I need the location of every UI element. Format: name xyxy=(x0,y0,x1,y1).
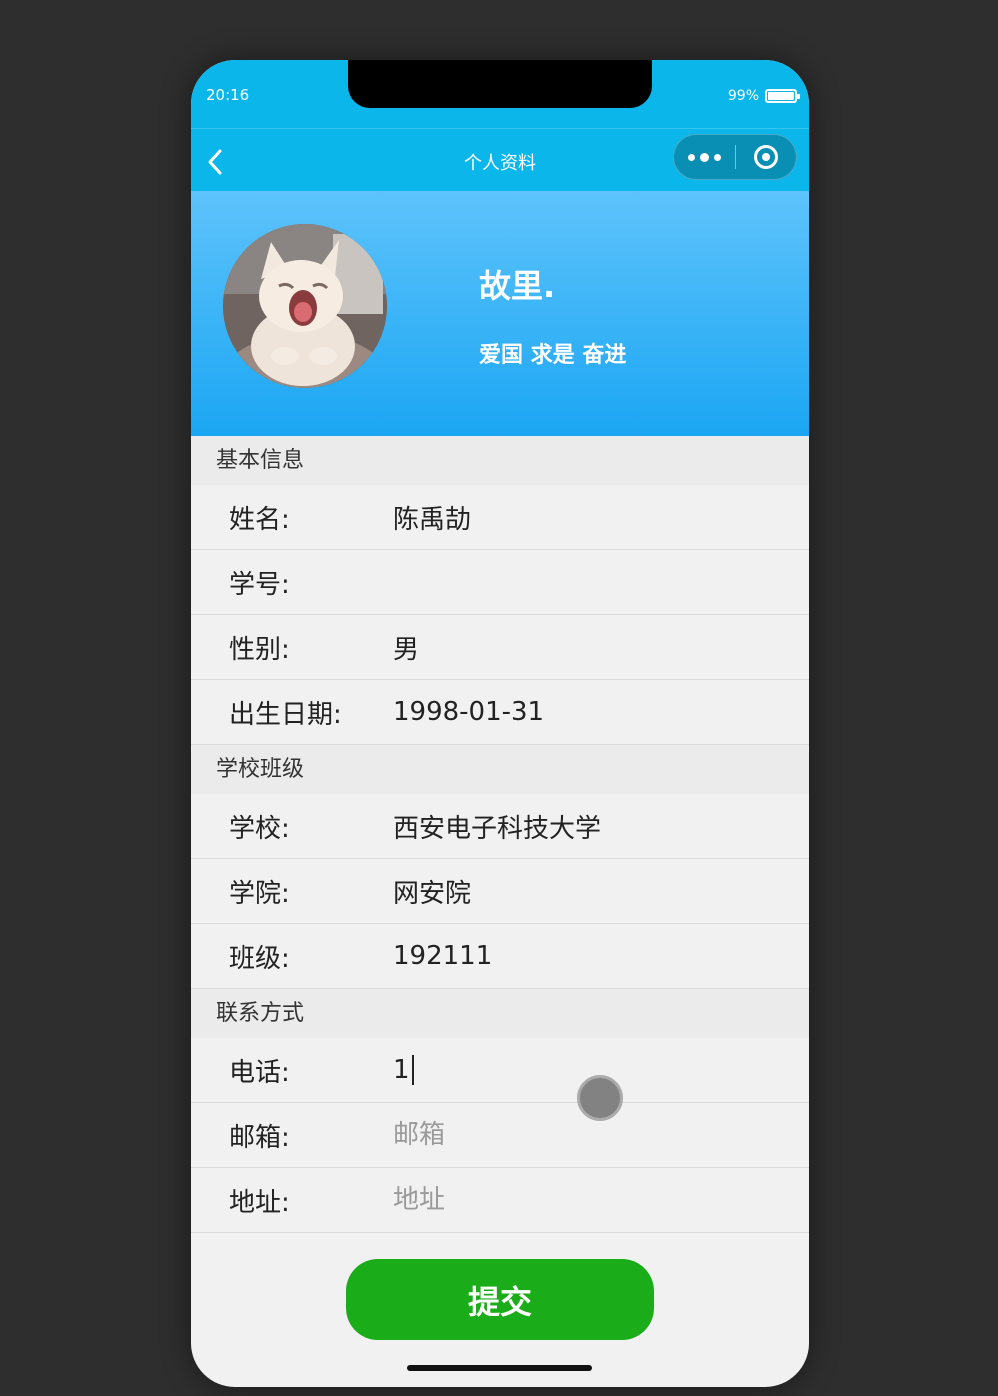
mini-program-capsule xyxy=(673,134,797,180)
cat-avatar-image xyxy=(223,224,387,388)
text-caret xyxy=(411,1055,414,1086)
name-value: 陈禹劼 xyxy=(393,504,472,535)
field-label: 学校: xyxy=(229,813,290,844)
field-label: 电话: xyxy=(229,1057,290,1088)
device-notch xyxy=(348,60,652,108)
phone-input-value: 1 xyxy=(393,1054,410,1085)
more-dots-icon xyxy=(688,153,695,161)
field-row-phone: 电话: 1 xyxy=(191,1038,809,1103)
target-close-icon xyxy=(754,145,778,169)
school-value: 西安电子科技大学 xyxy=(393,813,602,844)
profile-form: 基本信息 姓名: 陈禹劼 学号: 性别: 男 出生日期: 1998-01-31 … xyxy=(191,436,809,1233)
home-indicator xyxy=(407,1365,592,1371)
field-label: 姓名: xyxy=(229,504,290,535)
field-label: 邮箱: xyxy=(229,1122,290,1153)
section-header-contact: 联系方式 xyxy=(191,989,809,1038)
college-value: 网安院 xyxy=(393,878,472,909)
field-row-birth-date: 出生日期: 1998-01-31 xyxy=(191,680,809,745)
section-header-basic: 基本信息 xyxy=(191,436,809,485)
email-input[interactable] xyxy=(393,1120,753,1150)
profile-motto: 爱国 求是 奋进 xyxy=(479,343,627,368)
profile-header: 故里. 爱国 求是 奋进 xyxy=(191,191,809,436)
field-label: 出生日期: xyxy=(229,699,342,730)
gender-value: 男 xyxy=(393,634,420,665)
field-label: 学号: xyxy=(229,569,290,600)
class-value: 192111 xyxy=(393,941,493,971)
status-time: 20:16 xyxy=(206,86,250,104)
field-row-address: 地址: xyxy=(191,1168,809,1233)
field-row-college: 学院: 网安院 xyxy=(191,859,809,924)
close-program-button[interactable] xyxy=(736,135,796,179)
avatar[interactable] xyxy=(223,224,387,388)
submit-button[interactable]: 提交 xyxy=(346,1259,654,1340)
nav-divider xyxy=(191,128,809,129)
field-row-email: 邮箱: xyxy=(191,1103,809,1168)
profile-name: 故里. xyxy=(479,267,556,305)
field-label: 地址: xyxy=(229,1187,290,1218)
more-dots-icon xyxy=(714,153,721,161)
touch-indicator xyxy=(577,1075,623,1121)
field-row-student-id: 学号: xyxy=(191,550,809,615)
field-label: 班级: xyxy=(229,943,290,974)
battery-status: 99% xyxy=(727,88,800,104)
battery-percent: 99% xyxy=(727,88,759,104)
field-label: 性别: xyxy=(229,634,290,665)
field-label: 学院: xyxy=(229,878,290,909)
field-row-school: 学校: 西安电子科技大学 xyxy=(191,794,809,859)
field-row-class: 班级: 192111 xyxy=(191,924,809,989)
more-dots-icon xyxy=(700,152,709,162)
field-row-gender: 性别: 男 xyxy=(191,615,809,680)
phone-frame: 20:16 99% 个人资料 故里. 爱国 求是 奋进 基本信息 姓名: 陈禹劼… xyxy=(191,60,809,1387)
battery-level-fill xyxy=(768,92,794,100)
address-input[interactable] xyxy=(393,1185,753,1215)
section-header-school: 学校班级 xyxy=(191,745,809,794)
battery-icon xyxy=(765,89,800,103)
field-row-name: 姓名: 陈禹劼 xyxy=(191,485,809,550)
birth-date-value: 1998-01-31 xyxy=(393,697,545,727)
more-button[interactable] xyxy=(674,135,735,179)
phone-input[interactable]: 1 xyxy=(393,1055,414,1086)
